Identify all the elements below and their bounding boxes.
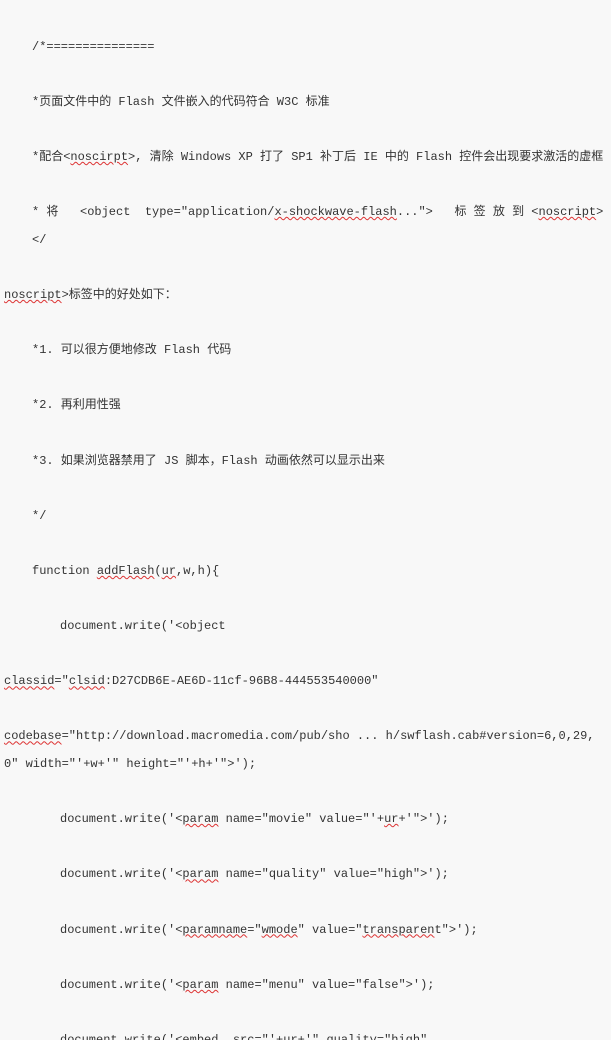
code-block: /*=============== *页面文件中的 Flash 文件嵌入的代码符… <box>4 6 607 1040</box>
spell-error: clsid <box>69 674 105 688</box>
code-line: *1. 可以很方便地修改 Flash 代码 <box>4 337 607 365</box>
spell-error: wmode <box>262 923 298 937</box>
code-line: document.write('<object <box>4 613 607 641</box>
code-line: * 将 <object type="application/x-shockwav… <box>4 199 607 254</box>
code-line: document.write('<paramname="wmode" value… <box>4 917 607 945</box>
spell-error: ur <box>162 564 176 578</box>
spell-error: noscript <box>539 205 597 219</box>
spell-error: ur <box>384 812 398 826</box>
code-line: document.write('<param name="movie" valu… <box>4 806 607 834</box>
spell-error: ur <box>283 1033 297 1040</box>
code-line: document.write('<param name="menu" value… <box>4 972 607 1000</box>
code-line: document.write('<param name="quality" va… <box>4 861 607 889</box>
spell-error: x-shockwave-flash <box>274 205 396 219</box>
code-line: function addFlash(ur,w,h){ <box>4 558 607 586</box>
spell-error: addFlash <box>97 564 155 578</box>
spell-error: param <box>182 812 218 826</box>
code-line: *页面文件中的 Flash 文件嵌入的代码符合 W3C 标准 <box>4 89 607 117</box>
code-line-wrap: classid="clsid:D27CDB6E-AE6D-11cf-96B8-4… <box>4 668 607 696</box>
spell-error: noscript <box>4 288 62 302</box>
code-line: *2. 再利用性强 <box>4 392 607 420</box>
code-line-wrap: noscript>标签中的好处如下： <box>4 282 607 310</box>
code-line: *配合<noscirpt>, 清除 Windows XP 打了 SP1 补丁后 … <box>4 144 607 172</box>
code-line: /*=============== <box>4 34 607 62</box>
code-line: */ <box>4 503 607 531</box>
spell-error: src <box>233 1033 255 1040</box>
code-line-wrap: codebase="http://download.macromedia.com… <box>4 723 607 778</box>
code-line: document.write('<embed src="'+ur+'" qual… <box>4 1027 607 1040</box>
spell-error: param <box>182 867 218 881</box>
spell-error: paramname <box>182 923 247 937</box>
code-line: *3. 如果浏览器禁用了 JS 脚本，Flash 动画依然可以显示出来 <box>4 448 607 476</box>
spell-error: param <box>182 978 218 992</box>
spell-error: noscirpt <box>70 150 128 164</box>
spell-error: classid <box>4 674 54 688</box>
spell-error: codebase <box>4 729 62 743</box>
spell-error: transparen <box>362 923 434 937</box>
